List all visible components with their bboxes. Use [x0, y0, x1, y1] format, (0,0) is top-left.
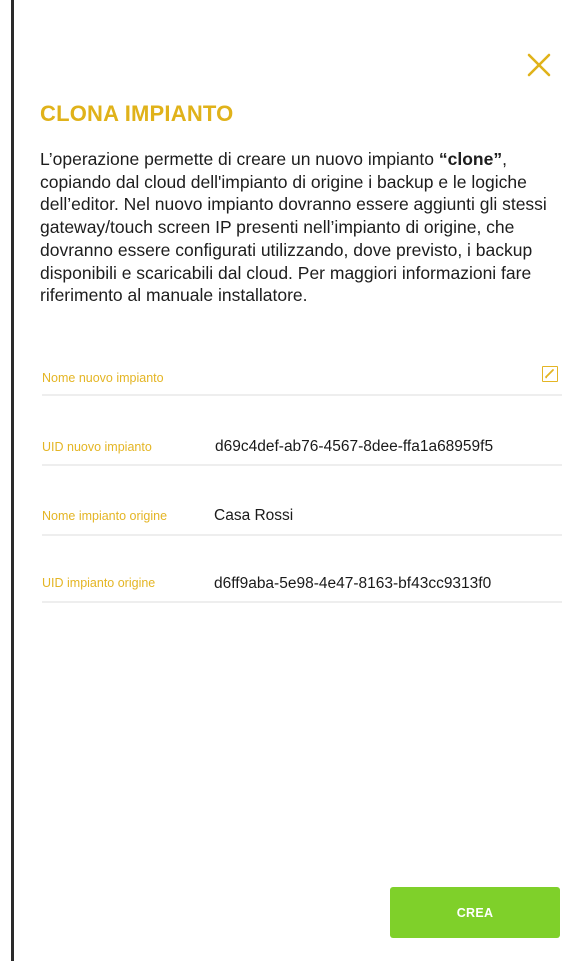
description-text-2: , copiando dal cloud dell'impianto di or…	[40, 149, 547, 306]
clone-plant-dialog: CLONA IMPIANTO L’operazione permette di …	[0, 0, 579, 961]
origin-plant-uid-value: d6ff9aba-5e98-4e47-8163-bf43cc9313f0	[214, 575, 492, 592]
new-plant-uid-label: UID nuovo impianto	[42, 440, 152, 454]
edit-icon[interactable]	[542, 366, 558, 382]
new-plant-uid-value: d69c4def-ab76-4567-8dee-ffa1a68959f5	[215, 438, 494, 455]
dialog-description: L’operazione permette di creare un nuovo…	[40, 148, 565, 307]
new-plant-name-field[interactable]: Nome nuovo impianto	[42, 366, 562, 396]
origin-plant-name-field: Nome impianto origine Casa Rossi	[42, 506, 562, 536]
origin-plant-uid-field: UID impianto origine d6ff9aba-5e98-4e47-…	[42, 573, 562, 603]
create-button[interactable]: CREA	[390, 887, 560, 938]
description-bold-clone: “clone”	[438, 149, 503, 169]
close-icon[interactable]	[526, 52, 552, 78]
origin-plant-name-label: Nome impianto origine	[42, 509, 168, 523]
description-text-1: L’operazione permette di creare un nuovo…	[40, 149, 439, 169]
dialog-title: CLONA IMPIANTO	[40, 101, 234, 126]
origin-plant-name-value: Casa Rossi	[214, 507, 294, 524]
origin-plant-uid-label: UID impianto origine	[42, 576, 156, 590]
left-border	[11, 0, 14, 961]
new-plant-uid-field: UID nuovo impianto d69c4def-ab76-4567-8d…	[42, 436, 562, 466]
new-plant-name-label: Nome nuovo impianto	[42, 371, 164, 385]
